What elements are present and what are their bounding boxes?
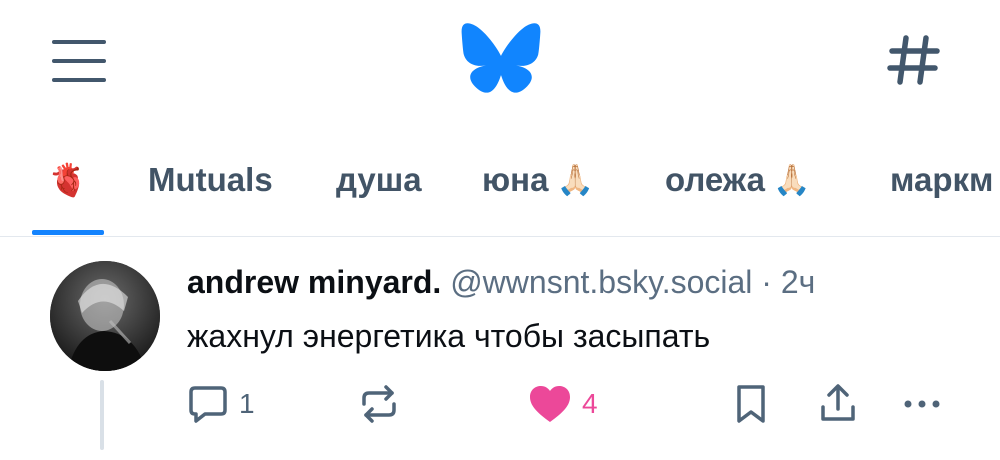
- share-button[interactable]: [818, 383, 858, 425]
- tab-markm[interactable]: маркм: [890, 132, 993, 228]
- menu-bar: [52, 78, 106, 82]
- share-icon: [821, 384, 855, 421]
- avatar[interactable]: [50, 261, 160, 371]
- repost-button[interactable]: [358, 383, 400, 425]
- reply-icon: [189, 386, 227, 423]
- bluesky-logo-icon[interactable]: [460, 22, 542, 94]
- repost-icon: [362, 385, 396, 423]
- post-author-line: andrew minyard. @wwnsnt.bsky.social · 2ч: [187, 264, 815, 301]
- like-count: 4: [582, 388, 598, 419]
- post-text: жахнул энергетика чтобы засыпать: [187, 318, 711, 354]
- bookmark-icon: [737, 385, 765, 423]
- tab-label: душа: [336, 161, 422, 198]
- time-separator: ·: [761, 264, 772, 300]
- praying-hands-emoji-icon: 🙏🏻: [772, 163, 811, 197]
- tab-olezha[interactable]: олежа 🙏🏻: [665, 132, 810, 228]
- feed-tab-bar: 🫀 Mutuals душа юна 🙏🏻 олежа 🙏🏻 маркм: [0, 132, 1000, 236]
- author-display-name[interactable]: andrew minyard.: [187, 264, 441, 300]
- author-handle[interactable]: @wwnsnt.bsky.social: [450, 264, 752, 300]
- tab-yuna[interactable]: юна 🙏🏻: [482, 132, 594, 228]
- menu-bar: [52, 40, 106, 44]
- active-tab-indicator: [32, 230, 104, 235]
- tab-label: юна: [482, 161, 549, 198]
- praying-hands-emoji-icon: 🙏🏻: [556, 163, 594, 197]
- post-timestamp[interactable]: 2ч: [781, 264, 815, 300]
- reply-button[interactable]: 1: [187, 383, 255, 425]
- tab-mutuals[interactable]: Mutuals: [148, 132, 273, 228]
- bookmark-button[interactable]: [734, 383, 768, 425]
- anatomical-heart-emoji-icon: 🫀: [48, 162, 88, 198]
- tab-heart[interactable]: 🫀: [48, 132, 88, 228]
- tab-label: Mutuals: [148, 161, 273, 198]
- thread-line: [100, 380, 104, 450]
- hashtag-icon[interactable]: [884, 32, 944, 88]
- like-button[interactable]: 4: [528, 383, 598, 425]
- menu-bar: [52, 59, 106, 63]
- tab-label: маркм: [890, 161, 994, 198]
- more-options-button[interactable]: [900, 383, 944, 425]
- tab-dusha[interactable]: душа: [336, 132, 422, 228]
- tab-divider: [0, 236, 1000, 237]
- heart-icon: [530, 386, 570, 422]
- tab-label: олежа: [665, 161, 765, 198]
- menu-button[interactable]: [52, 40, 106, 82]
- more-icon: [904, 400, 940, 408]
- reply-count: 1: [239, 388, 255, 419]
